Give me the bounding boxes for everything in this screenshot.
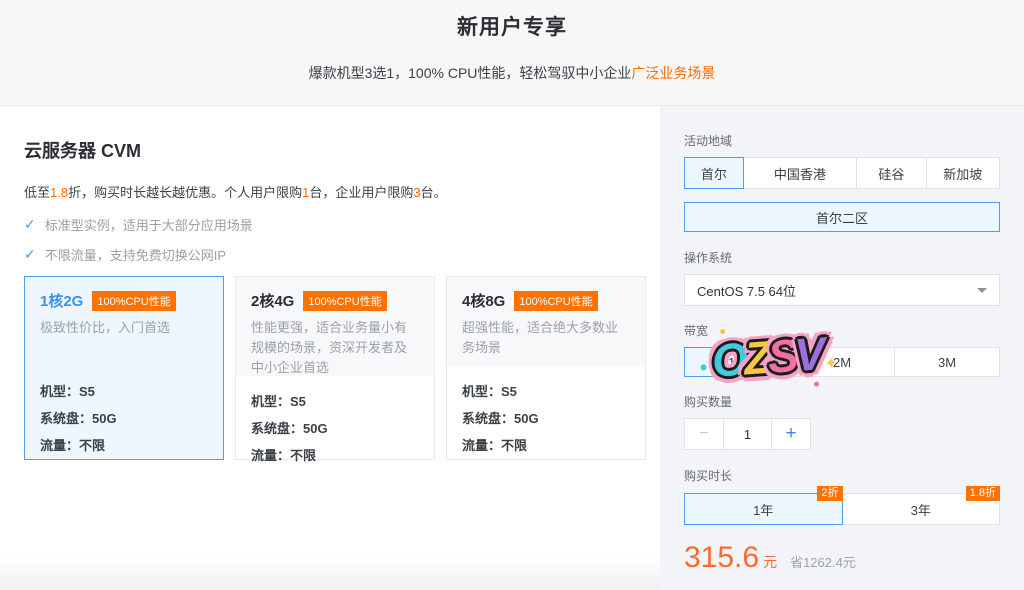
bandwidth-tab-2m[interactable]: 2M bbox=[789, 347, 895, 377]
bandwidth-tab-1m[interactable]: 1M bbox=[684, 347, 790, 377]
plan-description: 极致性价比，入门首选 bbox=[40, 318, 208, 338]
check-icon: ✓ bbox=[24, 246, 36, 263]
duration-tabs: 1年 2折 3年 1.8折 bbox=[684, 493, 1000, 525]
plan-card-list: 1核2G 100%CPU性能 极致性价比，入门首选 机型：S5 系统盘：50G … bbox=[24, 276, 646, 460]
bandwidth-tab-3m[interactable]: 3M bbox=[894, 347, 1000, 377]
spec-model: 机型：S5 bbox=[40, 378, 208, 405]
plan-description: 超强性能，适合绝大多数业务场景 bbox=[462, 318, 630, 358]
plan-description: 性能更强，适合业务量小有规模的场景，资深开发者及中小企业首选 bbox=[251, 318, 419, 378]
region-tabs: 首尔 中国香港 硅谷 新加坡 bbox=[684, 157, 1000, 189]
region-tab-seoul[interactable]: 首尔 bbox=[684, 157, 744, 189]
region-tab-singapore[interactable]: 新加坡 bbox=[926, 157, 1000, 189]
plan-card-header: 2核4G 100%CPU性能 性能更强，适合业务量小有规模的场景，资深开发者及中… bbox=[236, 277, 434, 376]
plan-specs: 机型：S5 系统盘：50G 流量：不限 bbox=[25, 366, 223, 459]
plan-card-header: 4核8G 100%CPU性能 超强性能，适合绝大多数业务场景 bbox=[447, 277, 645, 366]
plan-title: 2核4G bbox=[251, 290, 294, 311]
bandwidth-label: 带宽 bbox=[684, 322, 1000, 339]
spec-disk: 系统盘：50G bbox=[40, 405, 208, 432]
os-select-value: CentOS 7.5 64位 bbox=[697, 281, 796, 300]
plan-card-4c8g[interactable]: 4核8G 100%CPU性能 超强性能，适合绝大多数业务场景 机型：S5 系统盘… bbox=[446, 276, 646, 460]
spec-disk: 系统盘：50G bbox=[462, 405, 630, 432]
zone-selector[interactable]: 首尔二区 bbox=[684, 202, 1000, 232]
plan-card-2c4g[interactable]: 2核4G 100%CPU性能 性能更强，适合业务量小有规模的场景，资深开发者及中… bbox=[235, 276, 435, 460]
plan-specs: 机型：S5 系统盘：50G 流量：不限 bbox=[447, 366, 645, 459]
spec-disk: 系统盘：50G bbox=[251, 415, 419, 442]
feature-list: ✓ 标准型实例，适用于大部分应用场景 ✓ 不限流量，支持免费切换公网IP bbox=[24, 215, 646, 264]
bandwidth-tabs: 1M 2M 3M bbox=[684, 347, 1000, 377]
discount-badge: 2折 bbox=[817, 486, 842, 501]
plan-card-header: 1核2G 100%CPU性能 极致性价比，入门首选 bbox=[25, 277, 223, 366]
quantity-decrease-button[interactable]: − bbox=[684, 418, 724, 450]
os-select[interactable]: CentOS 7.5 64位 bbox=[684, 274, 1000, 306]
quantity-increase-button[interactable]: + bbox=[771, 418, 811, 450]
region-tab-siliconvalley[interactable]: 硅谷 bbox=[856, 157, 926, 189]
spec-traffic: 流量：不限 bbox=[40, 432, 208, 459]
discount-badge: 1.8折 bbox=[966, 486, 1000, 501]
feature-item: ✓ 不限流量，支持免费切换公网IP bbox=[24, 245, 646, 264]
plan-card-1c2g[interactable]: 1核2G 100%CPU性能 极致性价比，入门首选 机型：S5 系统盘：50G … bbox=[24, 276, 224, 460]
quantity-stepper: − + bbox=[684, 418, 1000, 450]
plan-title: 4核8G bbox=[462, 290, 505, 311]
product-description: 低至1.8折，购买时长越长越优惠。个人用户限购1台，企业用户限购3台。 bbox=[24, 182, 646, 201]
promo-banner: 新用户专享 爆款机型3选1，100% CPU性能，轻松驾驭中小企业广泛业务场景 bbox=[0, 0, 1024, 106]
duration-tab-3year[interactable]: 3年 1.8折 bbox=[842, 493, 1001, 525]
cpu-performance-badge: 100%CPU性能 bbox=[303, 291, 386, 311]
spec-traffic: 流量：不限 bbox=[251, 442, 419, 469]
price-unit: 元 bbox=[763, 552, 777, 572]
product-panel: 云服务器 CVM 低至1.8折，购买时长越长越优惠。个人用户限购1台，企业用户限… bbox=[0, 106, 660, 590]
feature-text: 不限流量，支持免费切换公网IP bbox=[45, 245, 226, 264]
price-row: 315.6 元 省1262.4元 bbox=[684, 541, 1000, 575]
chevron-down-icon bbox=[977, 288, 987, 293]
region-tab-hongkong[interactable]: 中国香港 bbox=[743, 157, 857, 189]
cpu-performance-badge: 100%CPU性能 bbox=[92, 291, 175, 311]
price-value: 315.6 bbox=[684, 541, 759, 575]
config-panel: 活动地域 首尔 中国香港 硅谷 新加坡 首尔二区 操作系统 CentOS 7.5… bbox=[660, 106, 1024, 590]
page-title: 新用户专享 bbox=[0, 0, 1024, 41]
feature-item: ✓ 标准型实例，适用于大部分应用场景 bbox=[24, 215, 646, 234]
subtitle-text: 爆款机型3选1，100% CPU性能，轻松驾驭中小企业 bbox=[309, 65, 632, 81]
content-area: 云服务器 CVM 低至1.8折，购买时长越长越优惠。个人用户限购1台，企业用户限… bbox=[0, 106, 1024, 590]
spec-model: 机型：S5 bbox=[251, 388, 419, 415]
quantity-label: 购买数量 bbox=[684, 393, 1000, 410]
check-icon: ✓ bbox=[24, 216, 36, 233]
savings-text: 省1262.4元 bbox=[790, 552, 856, 571]
spec-model: 机型：S5 bbox=[462, 378, 630, 405]
quantity-input[interactable] bbox=[724, 418, 772, 450]
duration-label: 购买时长 bbox=[684, 467, 1000, 484]
product-title: 云服务器 CVM bbox=[24, 137, 646, 163]
os-label: 操作系统 bbox=[684, 249, 1000, 266]
cpu-performance-badge: 100%CPU性能 bbox=[514, 291, 597, 311]
plan-title: 1核2G bbox=[40, 290, 83, 311]
plan-specs: 机型：S5 系统盘：50G 流量：不限 bbox=[236, 376, 434, 469]
banner-subtitle: 爆款机型3选1，100% CPU性能，轻松驾驭中小企业广泛业务场景 bbox=[0, 63, 1024, 83]
feature-text: 标准型实例，适用于大部分应用场景 bbox=[45, 215, 253, 234]
region-label: 活动地域 bbox=[684, 132, 1000, 149]
spec-traffic: 流量：不限 bbox=[462, 432, 630, 459]
subtitle-highlight: 广泛业务场景 bbox=[631, 65, 715, 81]
duration-tab-1year[interactable]: 1年 2折 bbox=[684, 493, 843, 525]
